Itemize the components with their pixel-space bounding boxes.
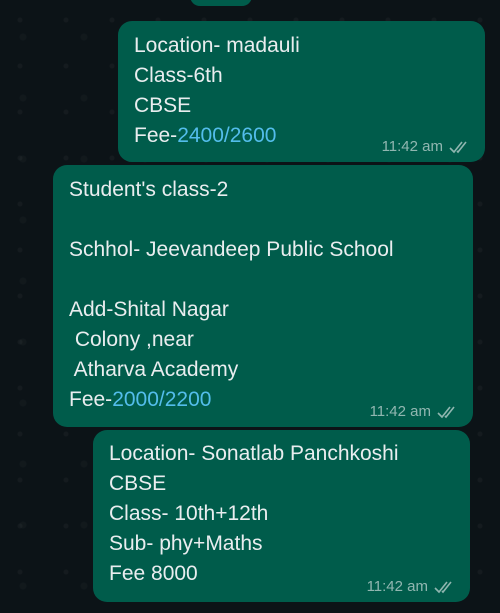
message-line-text: Student's class-2: [69, 178, 229, 201]
message-line-text: Fee-: [69, 388, 113, 411]
double-check-icon: [437, 405, 459, 419]
previous-message-bubble[interactable]: [190, 0, 252, 6]
message-line: Add-Shital Nagar: [69, 295, 457, 325]
message-line: [69, 205, 457, 235]
double-check-icon: [434, 580, 456, 594]
message-line: Class- 10th+12th: [109, 499, 454, 529]
message-text: Location- Sonatlab Panchkoshi CBSE Class- …: [109, 439, 454, 589]
message-line: Class-6th: [134, 61, 469, 91]
message-line-text: Location- Sonatlab Panchkoshi: [109, 442, 399, 465]
message-line-text: Atharva Academy: [69, 358, 239, 381]
message-time: 11:42 am: [366, 578, 428, 595]
message-line: [69, 265, 457, 295]
message-line: Schhol- Jeevandeep Public School: [69, 235, 457, 265]
message-line-text: CBSE: [109, 472, 167, 495]
message-line-text: Fee-: [134, 124, 178, 147]
message-meta: 11:42 am: [382, 138, 471, 156]
message-bubble[interactable]: Location- Sonatlab Panchkoshi CBSE Class- …: [93, 430, 470, 602]
message-line-text: Add-Shital Nagar: [69, 298, 229, 321]
message-bubble[interactable]: Location- madauli Class-6th CBSE Fee-2400/2…: [118, 21, 485, 162]
message-line-text: Location- madauli: [134, 34, 300, 57]
message-meta: 11:42 am: [367, 578, 456, 596]
message-line: Student's class-2: [69, 175, 457, 205]
message-line-text: Colony ,near: [69, 328, 194, 351]
message-line: Location- madauli: [134, 31, 469, 61]
message-line-text: Fee 8000: [109, 562, 198, 585]
message-time: 11:42 am: [369, 403, 431, 420]
phone-number-link[interactable]: 2400/2600: [177, 124, 276, 147]
message-text: Student's class-2 Schhol- Jeevandeep Publ…: [69, 175, 457, 415]
message-line-text: Schhol- Jeevandeep Public School: [69, 238, 394, 261]
message-line-text: Class-6th: [134, 64, 223, 87]
phone-number-link[interactable]: 2000/2200: [112, 388, 211, 411]
message-line: Colony ,near: [69, 325, 457, 355]
message-text: Location- madauli Class-6th CBSE Fee-2400/2…: [134, 31, 469, 151]
message-line: Location- Sonatlab Panchkoshi: [109, 439, 454, 469]
message-meta: 11:42 am: [370, 403, 459, 421]
message-line: CBSE: [134, 91, 469, 121]
message-line: CBSE: [109, 469, 454, 499]
message-line: Sub- phy+Maths: [109, 529, 454, 559]
message-line-text: Sub- phy+Maths: [109, 532, 263, 555]
double-check-icon: [449, 140, 471, 154]
message-line-text: Class- 10th+12th: [109, 502, 269, 525]
message-line-text: CBSE: [134, 94, 192, 117]
message-line: Atharva Academy: [69, 355, 457, 385]
message-time: 11:42 am: [381, 138, 443, 155]
message-bubble[interactable]: Student's class-2 Schhol- Jeevandeep Publ…: [53, 165, 473, 427]
